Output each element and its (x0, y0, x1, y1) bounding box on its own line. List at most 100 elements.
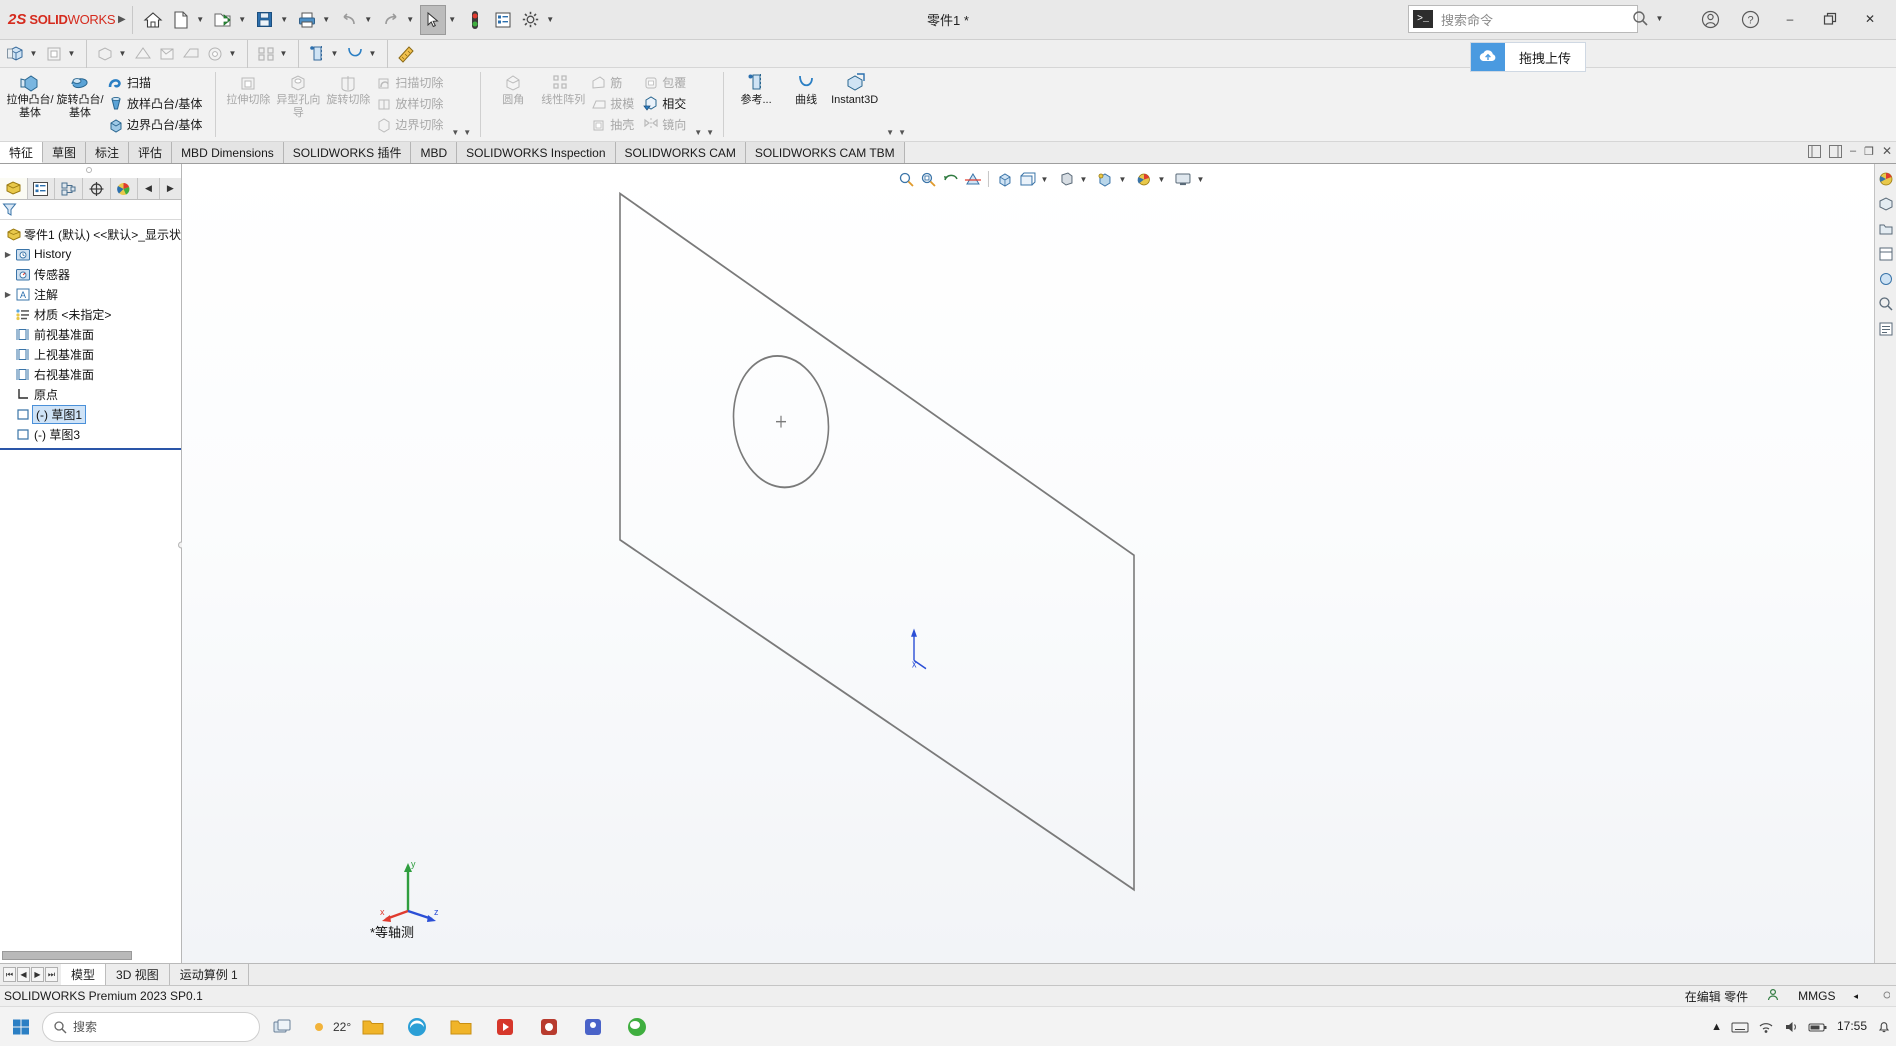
design-library-button[interactable] (1877, 195, 1895, 213)
revolved-boss-base-button[interactable]: 旋转凸台/基体 (55, 68, 105, 141)
first-tab-button[interactable]: ⏮ (3, 967, 16, 982)
next-tab-button[interactable]: ▶ (31, 967, 44, 982)
wechat-button[interactable] (615, 1008, 659, 1046)
select-tool-button[interactable] (419, 4, 446, 35)
print-caret-icon[interactable]: ▼ (322, 15, 331, 24)
tab-solidworks-addins[interactable]: SOLIDWORKS 插件 (283, 142, 412, 163)
home-button[interactable] (140, 5, 166, 35)
curves-toolbar-button[interactable] (343, 42, 367, 66)
tree-node-right-plane[interactable]: 右视基准面 (0, 364, 181, 384)
options-button[interactable] (518, 5, 544, 35)
rib-button[interactable]: 筋 (588, 72, 640, 93)
curves-button[interactable]: 曲线 (781, 68, 831, 141)
redo-button[interactable] (378, 5, 404, 35)
account-button[interactable] (1690, 4, 1730, 34)
print-button[interactable] (294, 5, 320, 35)
sketch-canvas[interactable]: x (182, 164, 1874, 963)
minimize-button[interactable]: – (1770, 4, 1810, 34)
revolved-cut-button[interactable]: 旋转切除 (323, 68, 373, 141)
taskbar-search-input[interactable]: 搜索 (42, 1011, 260, 1042)
close-button[interactable]: ✕ (1850, 4, 1890, 34)
file-properties-button[interactable] (490, 5, 516, 35)
save-button[interactable] (252, 5, 278, 35)
lofted-boss-base-button[interactable]: 放样凸台/基体 (105, 93, 208, 114)
task-view-button[interactable] (260, 1008, 304, 1046)
custom-properties-button[interactable] (1877, 320, 1895, 338)
new-document-caret-icon[interactable]: ▼ (196, 15, 205, 24)
start-button[interactable] (0, 1017, 42, 1037)
volume-icon[interactable] (1783, 1020, 1799, 1034)
weather-widget[interactable]: 22° (310, 1018, 351, 1036)
reference-geometry-caret-icon[interactable]: ▼ (330, 49, 339, 58)
tab-markup[interactable]: 标注 (86, 142, 130, 163)
reference-geometry-toolbar-button[interactable] (305, 42, 329, 66)
tree-node-history[interactable]: ▶ History (0, 244, 181, 264)
tree-node-root[interactable]: 零件1 (默认) <<默认>_显示状 (0, 224, 181, 244)
tree-node-annotations[interactable]: ▶ A 注解 (0, 284, 181, 304)
search-caret-icon[interactable]: ▼ (1655, 14, 1664, 23)
keyboard-icon[interactable] (1731, 1020, 1749, 1034)
doc-minimize-icon[interactable]: – (1850, 145, 1856, 157)
status-units-caret-icon[interactable]: ◂ (1853, 991, 1858, 1002)
viewport-button[interactable] (254, 42, 278, 66)
scenes-button[interactable] (1877, 270, 1895, 288)
file-explorer-taskbar-button[interactable] (351, 1008, 395, 1046)
view-palette-button[interactable] (1877, 245, 1895, 263)
draft-button[interactable]: 拔模 (588, 93, 640, 114)
boundary-cut-button[interactable]: 边界切除 (373, 114, 449, 135)
extruded-boss-base-button[interactable]: 拉伸凸台/基体 (5, 68, 55, 141)
open-document-caret-icon[interactable]: ▼ (238, 15, 247, 24)
tree-node-sketch1[interactable]: (-) 草图1 (0, 404, 181, 424)
tree-horizontal-scrollbar[interactable] (2, 951, 169, 961)
reference-group-caret-icon[interactable]: ▼ (886, 128, 894, 137)
help-button[interactable]: ? (1730, 4, 1770, 34)
chevron-up-icon[interactable]: ▲ (1711, 1021, 1722, 1033)
tree-tab-configuration-manager[interactable] (55, 178, 83, 199)
notification-bell-icon[interactable] (1876, 1019, 1892, 1035)
tree-filter-row[interactable] (0, 200, 181, 220)
tab-mbd[interactable]: MBD (411, 142, 458, 163)
command-search-input[interactable]: >_ 搜索命令 (1408, 5, 1638, 33)
rebuild-button[interactable] (462, 5, 488, 35)
extruded-cut-button[interactable]: 拉伸切除 (223, 68, 273, 141)
search-dock-button[interactable] (1877, 295, 1895, 313)
menu-expand-arrow-icon[interactable]: ▶ (118, 14, 126, 25)
tree-tab-dimxpert-manager[interactable] (83, 178, 111, 199)
prev-tab-button[interactable]: ◀ (17, 967, 30, 982)
tab-solidworks-cam-tbm[interactable]: SOLIDWORKS CAM TBM (745, 142, 905, 163)
tree-scrollbar-thumb[interactable] (2, 951, 132, 960)
taskbar-clock[interactable]: 17:55 (1837, 1020, 1867, 1033)
select-tool-caret-icon[interactable]: ▼ (448, 15, 457, 24)
last-tab-button[interactable]: ⏭ (45, 967, 58, 982)
tab-solidworks-cam[interactable]: SOLIDWORKS CAM (615, 142, 746, 163)
features-group-caret-icon[interactable]: ▼ (694, 128, 702, 137)
fillet-button[interactable]: 圆角 (488, 68, 538, 141)
tree-tab-collapse[interactable]: ◀ (138, 178, 160, 199)
status-resize-grip[interactable] (1876, 988, 1891, 1005)
drag-upload-widget[interactable]: 拖拽上传 (1469, 42, 1586, 72)
display-style-button[interactable] (155, 42, 179, 66)
section-view-button[interactable] (131, 42, 155, 66)
shaded-view-button[interactable] (93, 42, 117, 66)
hole-wizard-button[interactable]: 异型孔向导 (273, 68, 323, 141)
open-document-button[interactable] (210, 5, 236, 35)
edit-appearance-caret-icon[interactable]: ▼ (67, 49, 76, 58)
reference-group-caret2-icon[interactable]: ▼ (898, 128, 906, 137)
swept-cut-button[interactable]: 扫描切除 (373, 72, 449, 93)
appearances-button[interactable] (1877, 170, 1895, 188)
undo-button[interactable] (336, 5, 362, 35)
curves-caret-icon[interactable]: ▼ (368, 49, 377, 58)
tree-node-sketch3[interactable]: (-) 草图3 (0, 424, 181, 444)
isometric-view-caret-icon[interactable]: ▼ (29, 49, 38, 58)
tree-node-top-plane[interactable]: 上视基准面 (0, 344, 181, 364)
cut-group-caret2-icon[interactable]: ▼ (463, 128, 471, 137)
bottom-tab-motion-study-1[interactable]: 运动算例 1 (170, 964, 249, 985)
edge-browser-button[interactable] (395, 1008, 439, 1046)
boundary-boss-base-button[interactable]: 边界凸台/基体 (105, 114, 208, 135)
options-caret-icon[interactable]: ▼ (546, 15, 555, 24)
tree-node-origin[interactable]: 原点 (0, 384, 181, 404)
tree-tab-display-manager[interactable] (111, 178, 139, 199)
redo-caret-icon[interactable]: ▼ (406, 15, 415, 24)
swept-boss-base-button[interactable]: 扫描 (105, 72, 208, 93)
restore-button[interactable] (1810, 4, 1850, 34)
